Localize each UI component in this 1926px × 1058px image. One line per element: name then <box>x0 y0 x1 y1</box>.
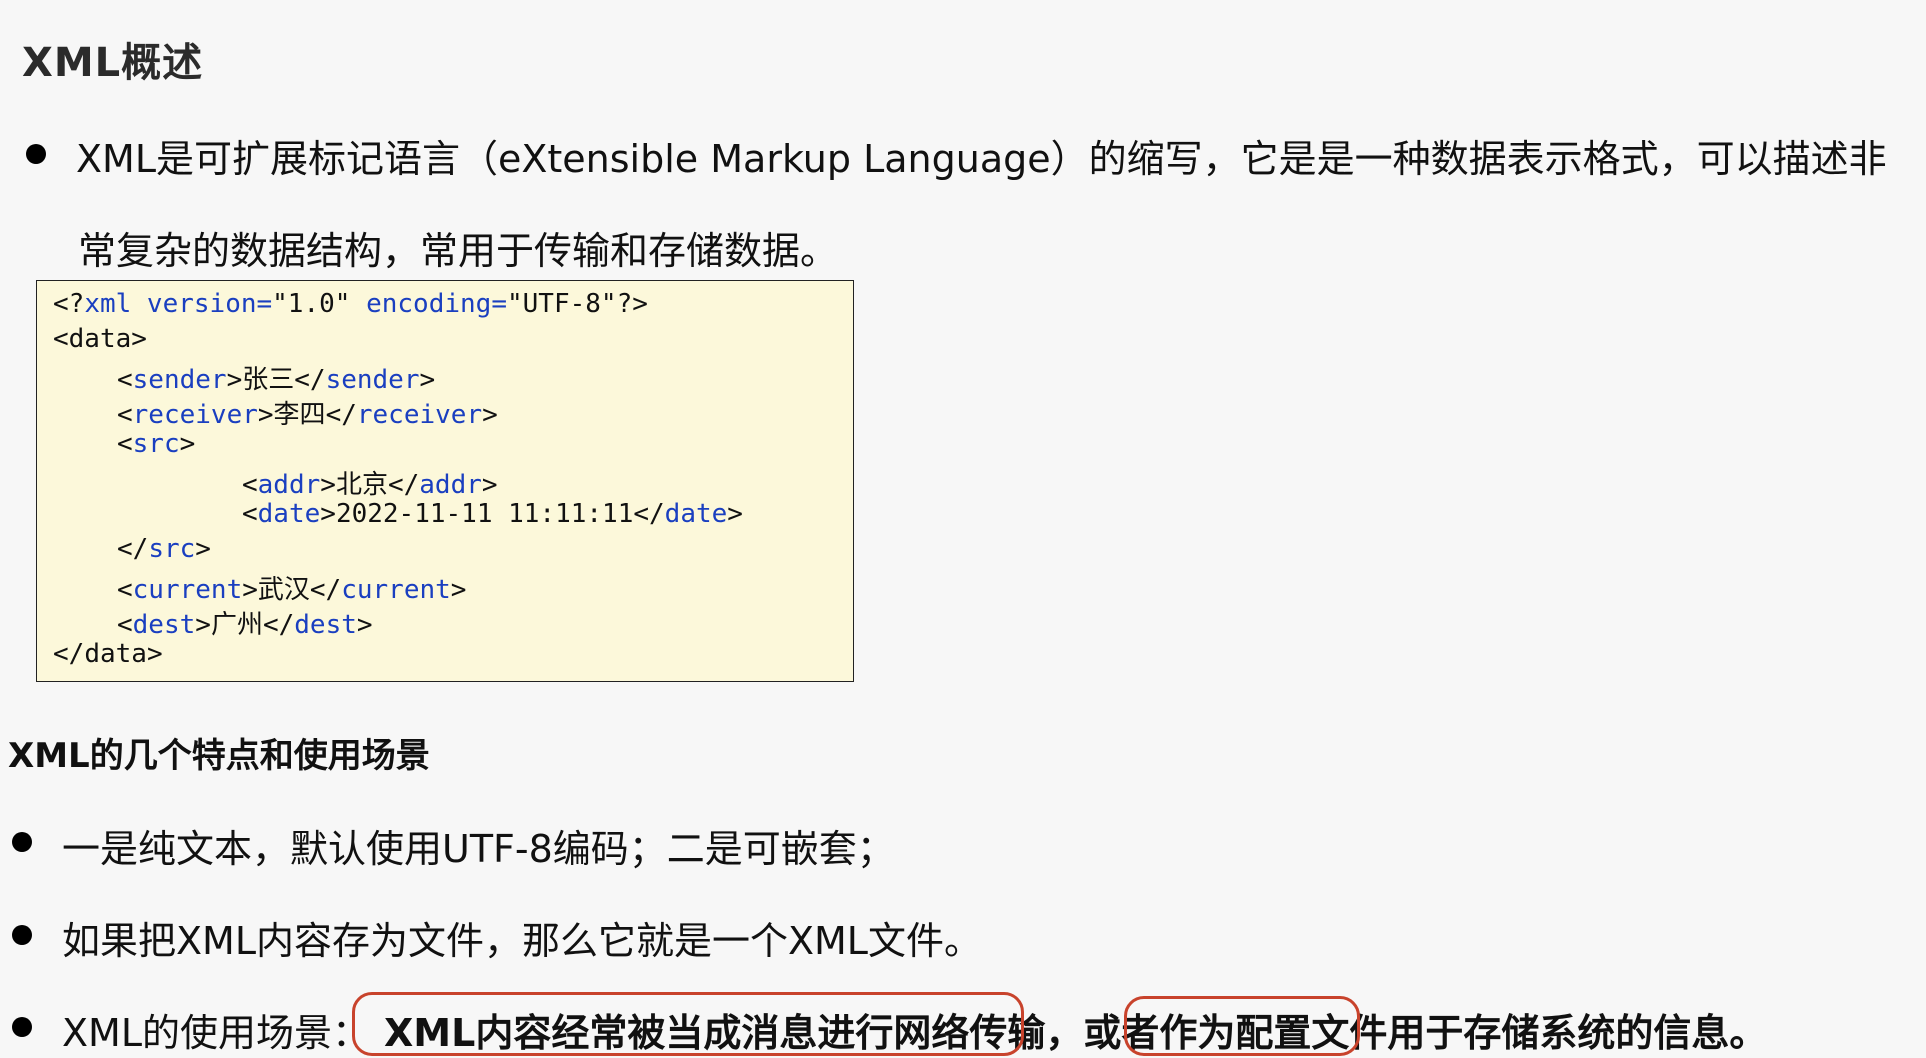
code-token: sender <box>132 365 227 395</box>
code-token: data <box>68 324 132 354</box>
code-token: ?> <box>616 289 648 319</box>
intro-line-2: 常复杂的数据结构，常用于传输和存储数据。 <box>78 229 839 273</box>
xml-code-block: <?xml version="1.0" encoding="UTF-8"?> <… <box>36 280 854 682</box>
code-token: 张三 <box>242 365 295 395</box>
code-token: addr <box>419 470 482 500</box>
code-token: current <box>341 575 451 605</box>
code-token: sender <box>325 365 420 395</box>
code-token: date <box>257 499 321 529</box>
code-token: "UTF-8" <box>506 289 617 319</box>
code-line-data-close: </data> <box>53 639 163 669</box>
code-line-data-open: <data> <box>53 324 147 354</box>
highlight-circle-1 <box>352 992 1024 1056</box>
point-1: 一是纯文本，默认使用UTF-8编码；二是可嵌套； <box>62 827 895 871</box>
code-line-current: <current>武汉</current> <box>117 575 467 605</box>
code-line-addr: <addr>北京</addr> <box>242 470 498 500</box>
code-token: encoding= <box>350 289 507 319</box>
code-token: dest <box>294 610 357 640</box>
code-token: xml version= <box>84 289 273 319</box>
code-token: src <box>132 429 180 459</box>
code-token: src <box>148 534 196 564</box>
code-line-date: <date>2022-11-11 11:11:11</date> <box>242 499 743 529</box>
bullet-dot <box>12 832 32 852</box>
code-line-src-open: <src> <box>117 429 196 459</box>
code-token: "1.0" <box>272 289 351 319</box>
code-token: addr <box>257 470 321 500</box>
code-token: 2022-11-11 11:11:11 <box>335 499 634 529</box>
point-3-suffix: 用于存储系统的信息。 <box>1387 1011 1768 1055</box>
code-token: 李四 <box>273 400 326 430</box>
bullet-dot <box>26 144 46 164</box>
code-token: 武汉 <box>257 575 310 605</box>
section-subtitle: XML的几个特点和使用场景 <box>8 736 430 776</box>
code-token: receiver <box>132 400 258 430</box>
code-token: data <box>84 639 147 669</box>
code-line-declaration: <?xml version="1.0" encoding="UTF-8"?> <box>53 289 648 319</box>
code-line-src-close: </src> <box>117 534 211 564</box>
code-token: <? <box>53 289 85 319</box>
code-line-sender: <sender>张三</sender> <box>117 365 436 395</box>
point-2: 如果把XML内容存为文件，那么它就是一个XML文件。 <box>62 919 982 963</box>
bullet-dot <box>12 925 32 945</box>
code-token: 北京 <box>335 470 388 500</box>
highlight-circle-2 <box>1124 996 1360 1056</box>
code-line-receiver: <receiver>李四</receiver> <box>117 400 498 430</box>
code-token: current <box>132 575 243 605</box>
point-3-prefix: XML的使用场景： <box>62 1011 370 1055</box>
page-title: XML概述 <box>22 40 204 86</box>
code-line-dest: <dest>广州</dest> <box>117 610 373 640</box>
code-token: date <box>664 499 728 529</box>
intro-line-1: XML是可扩展标记语言（eXtensible Markup Language）的… <box>76 137 1887 181</box>
code-token: dest <box>132 610 196 640</box>
code-token: receiver <box>356 400 483 430</box>
bullet-dot <box>12 1017 32 1037</box>
code-token: 广州 <box>210 610 263 640</box>
